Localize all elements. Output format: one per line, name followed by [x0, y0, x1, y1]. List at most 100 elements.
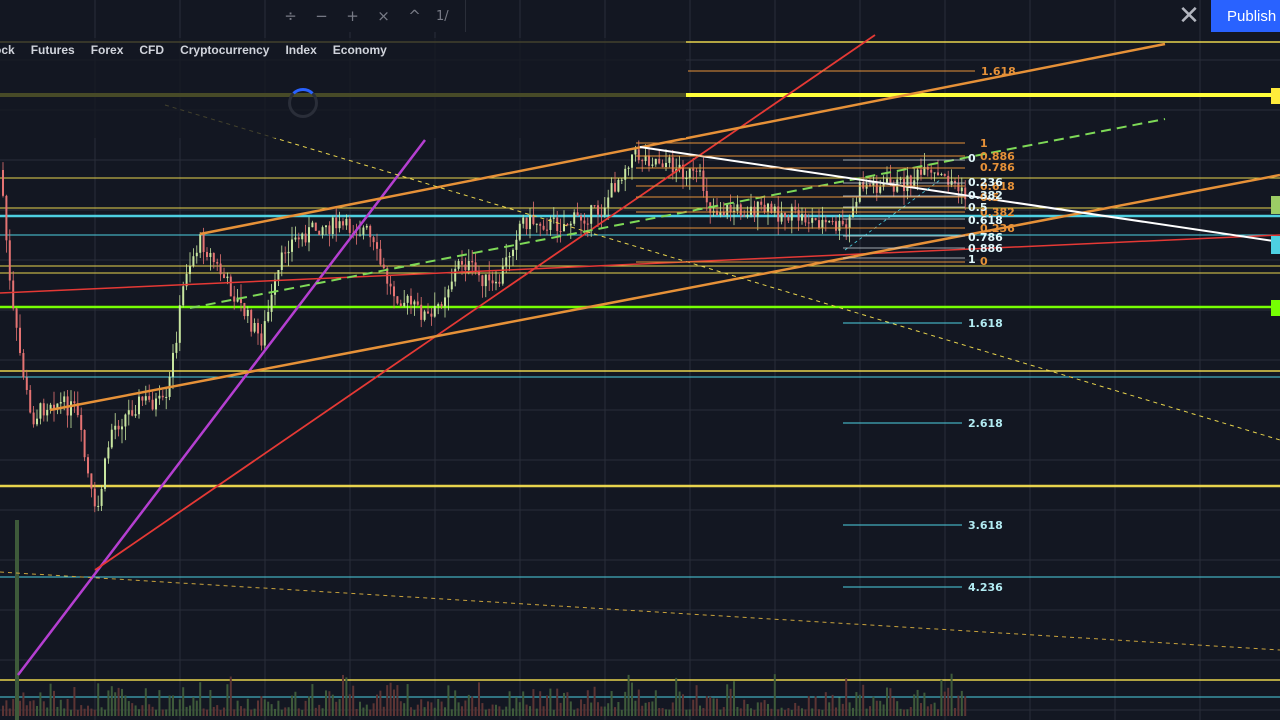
candle-body — [886, 178, 888, 183]
candle-body — [634, 149, 637, 155]
volume-bar — [165, 709, 168, 716]
volume-bar — [379, 690, 382, 716]
volume-bar — [597, 702, 599, 716]
candle-body — [879, 186, 882, 193]
candle-body — [729, 204, 732, 213]
candle-body — [722, 212, 725, 216]
price-marker-yellow — [1271, 88, 1280, 104]
candle-body — [396, 296, 399, 304]
volume-bar — [355, 708, 358, 716]
candle-body — [933, 172, 936, 174]
volume-bar — [947, 687, 950, 716]
volume-bar — [814, 696, 817, 716]
volume-bar — [471, 696, 474, 716]
candle-body — [15, 308, 18, 328]
tab-economy[interactable]: Economy — [333, 43, 387, 57]
drawing-toolbar: ÷ − + × ^ 1/ — [275, 0, 465, 32]
volume-bar — [573, 709, 576, 716]
fib-label: 1.618 — [981, 65, 1016, 78]
candle-body — [399, 303, 402, 307]
candle-body — [182, 286, 185, 306]
candle-body — [46, 409, 49, 416]
volume-bar — [954, 708, 956, 716]
publish-button[interactable]: Publish — [1211, 0, 1280, 32]
volume-bar — [413, 709, 416, 716]
volume-bar — [393, 689, 395, 716]
volume-bar — [869, 706, 871, 716]
candle-body — [308, 227, 310, 243]
tab-forex[interactable]: Forex — [91, 43, 124, 57]
candle-body — [134, 414, 137, 416]
volume-bar — [212, 706, 215, 716]
page-indicator[interactable]: 1/ — [430, 0, 455, 32]
volume-bar — [569, 701, 572, 716]
volume-bar — [750, 708, 752, 716]
candle-body — [110, 429, 113, 448]
volume-bar — [726, 684, 729, 716]
volume-bar — [308, 696, 310, 716]
volume-bar — [450, 709, 453, 716]
volume-bar — [32, 700, 35, 716]
volume-bar — [552, 709, 555, 716]
cross-tool-icon[interactable]: × — [368, 0, 399, 32]
candle-body — [688, 168, 691, 178]
volume-bar — [80, 705, 83, 716]
candle-body — [165, 396, 168, 398]
candle-body — [648, 155, 650, 166]
close-icon[interactable]: ✕ — [1172, 0, 1206, 32]
candle-body — [603, 207, 606, 215]
candle-body — [593, 205, 596, 207]
candle-body — [22, 352, 25, 378]
volume-bar — [699, 705, 701, 716]
volume-bar — [90, 708, 93, 716]
volume-bar — [624, 691, 627, 716]
candle-body — [12, 280, 15, 309]
horizontal-levels — [0, 41, 1280, 698]
candle-body — [199, 234, 202, 253]
minus-tool-icon[interactable]: − — [306, 0, 337, 32]
volume-bar — [83, 708, 86, 716]
volume-bar — [382, 706, 385, 716]
volume-bar — [172, 695, 174, 716]
candle-body — [345, 218, 348, 226]
tab-stock[interactable]: ock — [0, 43, 15, 57]
volume-bar — [685, 709, 688, 716]
volume-bar — [457, 702, 460, 716]
volume-bar — [478, 682, 480, 716]
candle-body — [784, 213, 786, 217]
volume-bar — [576, 708, 579, 716]
candle-body — [144, 396, 147, 401]
fib-label: 0 — [980, 255, 988, 268]
candle-body — [637, 149, 640, 161]
volume-bar — [454, 690, 457, 716]
tab-futures[interactable]: Futures — [31, 43, 75, 57]
volume-bar — [886, 687, 888, 716]
candle-body — [716, 210, 718, 215]
volume-bar — [372, 703, 375, 716]
candle-body — [804, 214, 807, 223]
tab-cfd[interactable]: CFD — [139, 43, 164, 57]
volume-bar — [770, 708, 773, 716]
volume-bar — [56, 706, 59, 716]
volume-bar — [287, 707, 290, 716]
volume-bar — [49, 683, 52, 716]
tab-cryptocurrency[interactable]: Cryptocurrency — [180, 43, 269, 57]
tab-index[interactable]: Index — [285, 43, 316, 57]
volume-bar — [277, 700, 280, 716]
candle-body — [668, 157, 671, 163]
divide-tool-icon[interactable]: ÷ — [275, 0, 306, 32]
candle-body — [831, 221, 834, 223]
volume-bar — [845, 678, 848, 716]
plus-tool-icon[interactable]: + — [337, 0, 368, 32]
volume-bar — [648, 702, 650, 716]
candle-body — [508, 255, 511, 258]
candle-body — [875, 182, 878, 193]
volume-bar — [794, 702, 797, 716]
volume-bar — [756, 702, 759, 716]
volume-bar — [362, 707, 365, 716]
volume-bar — [121, 688, 123, 716]
caret-tool-icon[interactable]: ^ — [399, 0, 430, 32]
candle-body — [848, 216, 851, 229]
candle-body — [481, 275, 484, 287]
volume-bar — [682, 694, 684, 716]
